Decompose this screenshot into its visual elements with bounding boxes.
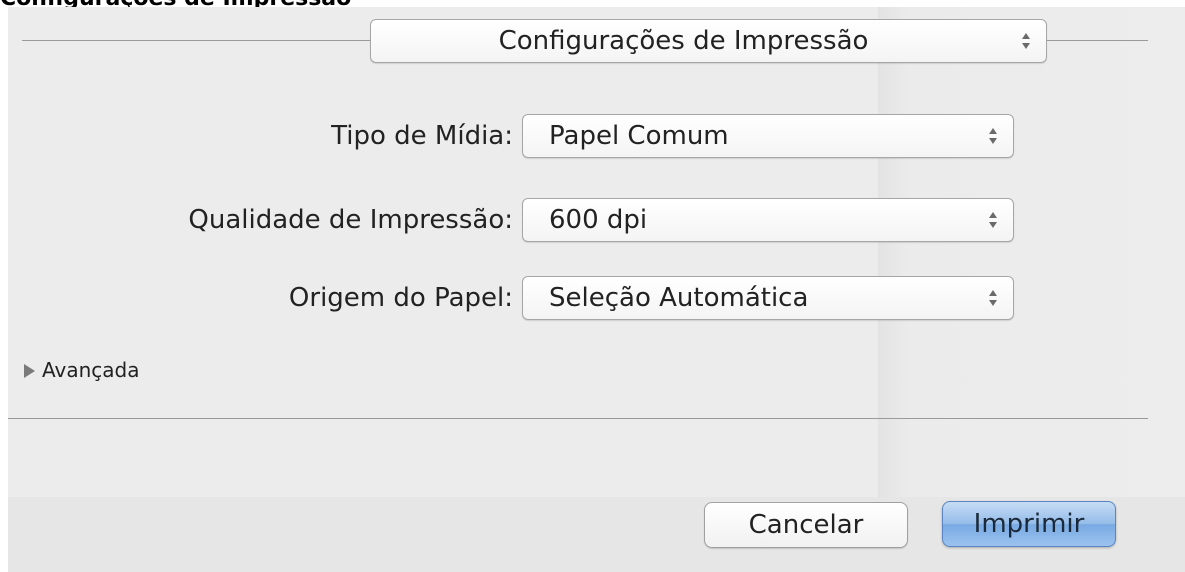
up-down-arrows-icon — [1022, 33, 1030, 49]
media-type-popup[interactable]: Papel Comum — [522, 114, 1014, 158]
paper-source-value: Seleção Automática — [549, 283, 809, 313]
advanced-disclosure-label[interactable]: Avançada — [42, 358, 139, 382]
panel-selector-popup[interactable]: Configurações de Impressão — [370, 19, 1047, 63]
up-down-arrows-icon — [989, 212, 997, 228]
print-quality-value: 600 dpi — [549, 205, 648, 235]
footer-divider — [8, 418, 1148, 419]
print-quality-popup[interactable]: 600 dpi — [522, 198, 1014, 242]
print-quality-label: Qualidade de Impressão: — [188, 205, 513, 235]
cancel-button[interactable]: Cancelar — [704, 502, 908, 548]
print-settings-sheet: Configurações de Impressão Tipo de Mídia… — [8, 7, 1185, 572]
up-down-arrows-icon — [989, 128, 997, 144]
print-button[interactable]: Imprimir — [942, 501, 1116, 547]
header-divider-left — [22, 40, 370, 41]
paper-source-label: Origem do Papel: — [288, 283, 513, 313]
disclosure-triangle-icon[interactable] — [24, 364, 35, 378]
print-dialog-page: Configurações de Impressão Configurações… — [0, 0, 1185, 572]
media-type-label: Tipo de Mídia: — [331, 121, 513, 151]
up-down-arrows-icon — [989, 290, 997, 306]
panel-selector-value: Configurações de Impressão — [498, 26, 869, 56]
media-type-value: Papel Comum — [549, 121, 729, 151]
paper-source-popup[interactable]: Seleção Automática — [522, 276, 1014, 320]
